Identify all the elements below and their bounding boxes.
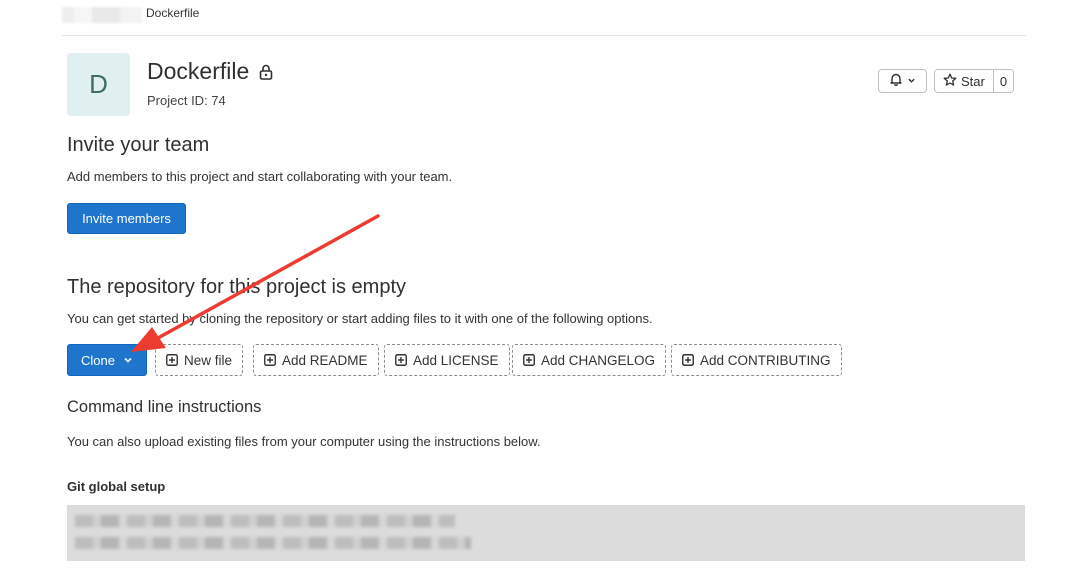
redacted-code-line xyxy=(75,537,471,549)
git-setup-code-block[interactable] xyxy=(67,505,1025,561)
breadcrumb-current[interactable]: Dockerfile xyxy=(146,6,199,20)
clone-label: Clone xyxy=(81,352,115,368)
empty-repo-heading: The repository for this project is empty xyxy=(67,276,407,298)
notification-dropdown-button[interactable] xyxy=(878,69,927,93)
chevron-down-icon xyxy=(123,353,133,368)
star-group: Star 0 xyxy=(934,69,1015,93)
new-file-label: New file xyxy=(184,352,233,368)
project-avatar: D xyxy=(67,53,130,116)
star-button[interactable]: Star xyxy=(935,70,994,92)
add-changelog-label: Add CHANGELOG xyxy=(541,352,656,368)
add-contributing-button[interactable]: Add CONTRIBUTING xyxy=(671,344,842,376)
star-icon xyxy=(943,73,957,90)
plus-square-icon xyxy=(166,354,178,366)
add-contributing-label: Add CONTRIBUTING xyxy=(700,352,831,368)
plus-square-icon xyxy=(682,354,694,366)
new-file-button[interactable]: New file xyxy=(155,344,244,376)
empty-repo-description: You can get started by cloning the repos… xyxy=(67,311,653,326)
lock-icon xyxy=(259,64,273,80)
bell-icon xyxy=(889,72,903,91)
add-license-button[interactable]: Add LICENSE xyxy=(384,344,510,376)
plus-square-icon xyxy=(264,354,276,366)
redacted-code-line xyxy=(75,515,455,527)
plus-square-icon xyxy=(523,354,535,366)
clone-dropdown-button[interactable]: Clone xyxy=(67,344,147,376)
chevron-down-icon xyxy=(907,72,916,90)
star-count[interactable]: 0 xyxy=(993,70,1014,92)
star-label: Star xyxy=(961,73,985,89)
invite-description: Add members to this project and start co… xyxy=(67,169,453,184)
avatar-letter: D xyxy=(89,69,108,99)
breadcrumb: Dockerfile xyxy=(62,0,1026,36)
add-readme-button[interactable]: Add README xyxy=(253,344,379,376)
invite-heading: Invite your team xyxy=(67,134,210,156)
add-changelog-button[interactable]: Add CHANGELOG xyxy=(512,344,667,376)
add-license-label: Add LICENSE xyxy=(413,352,499,368)
add-readme-label: Add README xyxy=(282,352,368,368)
project-name: Dockerfile xyxy=(147,58,250,84)
git-global-setup-heading: Git global setup xyxy=(67,479,166,494)
breadcrumb-redacted xyxy=(62,7,142,23)
plus-square-icon xyxy=(395,354,407,366)
project-title: Dockerfile xyxy=(147,58,273,85)
cli-description: You can also upload existing files from … xyxy=(67,434,541,449)
cli-heading: Command line instructions xyxy=(67,398,262,416)
project-id: Project ID: 74 xyxy=(147,93,226,108)
invite-members-button[interactable]: Invite members xyxy=(67,203,186,234)
